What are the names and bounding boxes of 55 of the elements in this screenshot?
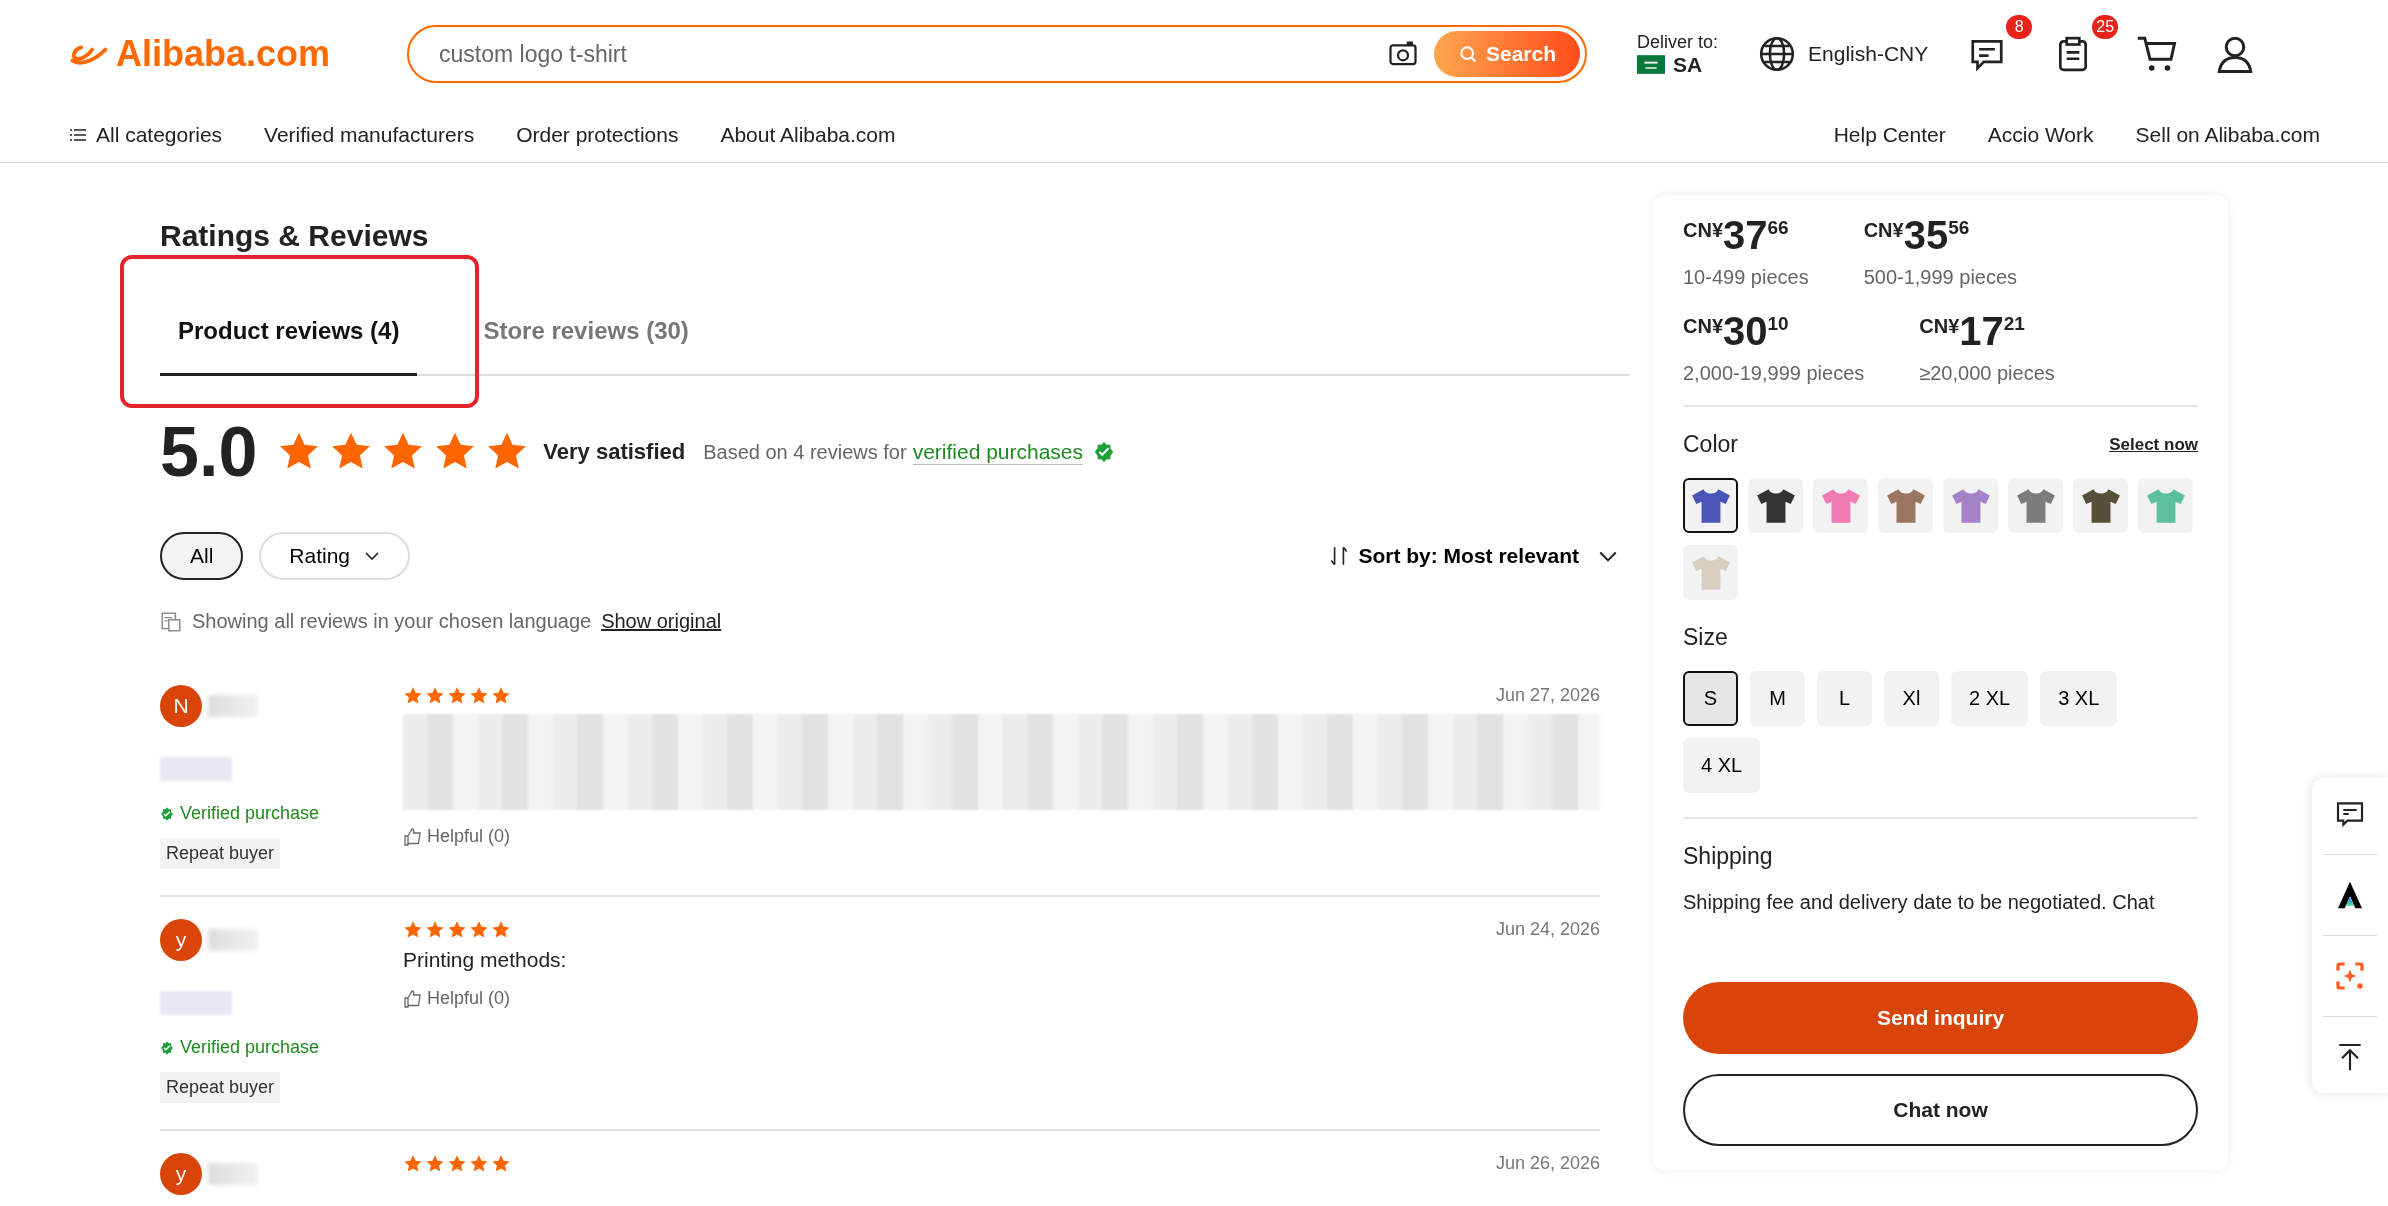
search-field[interactable]: custom logo t-shirt Search: [407, 25, 1587, 83]
size-option[interactable]: M: [1750, 671, 1805, 726]
select-now-link[interactable]: Select now: [2109, 434, 2198, 455]
show-original-link[interactable]: Show original: [601, 610, 722, 633]
helpful-button[interactable]: Helpful (0): [403, 988, 511, 1009]
size-heading: Size: [1683, 624, 1729, 651]
size-option[interactable]: 4 XL: [1683, 738, 1761, 793]
review-tab[interactable]: Store reviews (30): [483, 297, 707, 376]
section-title: Ratings & Reviews: [160, 219, 430, 253]
helpful-button[interactable]: Helpful (0): [403, 826, 511, 847]
send-inquiry-button[interactable]: Send inquiry: [1683, 982, 2198, 1054]
size-option[interactable]: 3 XL: [2040, 671, 2118, 726]
filter-chip[interactable]: Rating: [259, 532, 411, 580]
notification-badge: 8: [2006, 15, 2033, 39]
nav-link[interactable]: About Alibaba.com: [720, 123, 896, 147]
repeat-buyer-tag: Repeat buyer: [160, 838, 281, 869]
verified-purchase-label: Verified purchase: [180, 803, 320, 824]
nav-link[interactable]: Order protections: [516, 123, 679, 147]
size-option[interactable]: 2 XL: [1951, 671, 2029, 726]
avatar: y: [160, 919, 202, 961]
reviews-basis-text: Based on 4 reviews for: [703, 440, 907, 464]
average-score: 5.0: [160, 412, 258, 492]
chat-now-button[interactable]: Chat now: [1683, 1074, 2198, 1146]
verified-purchase-label: Verified purchase: [180, 1037, 320, 1058]
nav-link[interactable]: Verified manufacturers: [264, 123, 475, 147]
quantity-range: 500-1,999 pieces: [1863, 266, 2018, 289]
deliver-to-selector[interactable]: Deliver to: SA: [1637, 31, 1719, 77]
repeat-buyer-tag: Repeat buyer: [160, 1072, 281, 1103]
quantity-range: ≥20,000 pieces: [1919, 362, 2055, 385]
shipping-heading: Shipping: [1683, 843, 1774, 870]
review-text: Printing methods:: [403, 948, 568, 972]
size-option[interactable]: Xl: [1884, 671, 1939, 726]
language-selector[interactable]: English-CNY: [1758, 35, 1929, 73]
shipping-text: Shipping fee and delivery date to be negotiated. Chat: [1683, 890, 2156, 915]
rating-verdict: Very satisfied: [543, 439, 686, 465]
review-date: Jun 24, 2026: [1495, 919, 1600, 940]
color-heading: Color: [1683, 431, 1738, 458]
nav-link[interactable]: Accio Work: [1987, 123, 2094, 147]
language-note: Showing all reviews in your chosen language: [192, 610, 592, 633]
quantity-range: 10-499 pieces: [1683, 266, 1809, 289]
nav-link[interactable]: Help Center: [1833, 123, 1946, 147]
notification-badge: 25: [2092, 15, 2119, 39]
nav-link[interactable]: Sell on Alibaba.com: [2135, 123, 2320, 147]
quantity-range: 2,000-19,999 pieces: [1683, 362, 1865, 385]
size-option[interactable]: S: [1683, 671, 1738, 726]
review-tab[interactable]: Product reviews (4): [160, 297, 418, 376]
size-option[interactable]: L: [1817, 671, 1872, 726]
verified-purchases-link[interactable]: verified purchases: [912, 439, 1084, 465]
avatar: N: [160, 685, 202, 727]
review-date: Jun 26, 2026: [1495, 1153, 1600, 1174]
avatar: y: [160, 1153, 202, 1195]
nav-link[interactable]: All categories: [70, 123, 223, 147]
review-date: Jun 27, 2026: [1495, 685, 1600, 706]
filter-chip[interactable]: All: [160, 532, 244, 580]
sort-dropdown[interactable]: Sort by: Most relevant: [1322, 543, 1625, 569]
